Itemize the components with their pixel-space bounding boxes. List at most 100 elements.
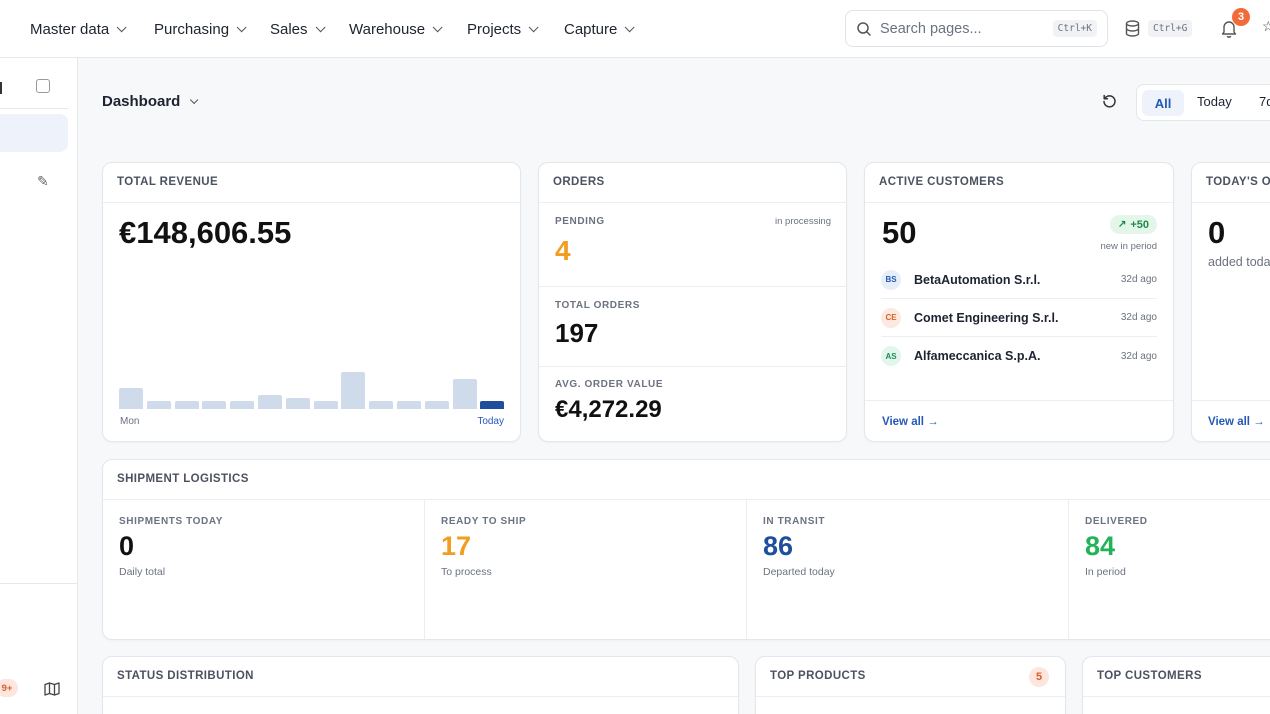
chevron-down-icon [315,21,326,32]
revenue-bar [369,401,394,409]
card-title: ACTIVE CUSTOMERS [865,163,1173,203]
nav-capture[interactable]: Capture [564,0,635,58]
cell-value: 86 [763,531,794,561]
card-title: SHIPMENT LOGISTICS [103,460,1270,500]
chevron-down-icon [116,21,127,32]
cell-value: 84 [1085,531,1116,561]
nav-sales[interactable]: Sales [270,0,326,58]
revenue-bar [146,401,171,409]
database-shortcut: Ctrl+G [1148,20,1193,37]
customer-name: Alfameccanica S.p.A. [914,349,1041,363]
customer-row[interactable]: BS BetaAutomation S.r.l. 32d ago [881,261,1157,299]
nav-label: Sales [270,20,308,38]
collapse-sidebar-icon[interactable] [36,79,50,93]
top-products-card: TOP PRODUCTS 5 [755,656,1066,714]
pending-note: in processing [775,216,831,227]
revenue-value: €148,606.55 [119,215,292,250]
trend-note: new in period [1100,241,1157,252]
search-placeholder: Search pages... [880,20,982,37]
customer-age: 32d ago [1120,312,1157,323]
pending-label: PENDING [555,216,605,227]
avatar: CE [881,307,901,328]
revenue-bar [258,395,282,409]
total-orders-section: TOTAL ORDERS 197 [539,287,846,367]
status-distribution-card: STATUS DISTRIBUTION [102,656,739,714]
divider [865,400,1173,401]
sidebar-item-active[interactable] [0,114,68,152]
delivered-cell: DELIVERED 84 In period [1069,500,1270,639]
customer-age: 32d ago [1120,350,1157,362]
trend-value: +50 [1130,218,1149,231]
search-input[interactable]: Search pages... Ctrl+K [845,10,1108,47]
shipment-logistics-card: SHIPMENT LOGISTICS SHIPMENTS TODAY 0 Dai… [102,459,1270,640]
revenue-bar [119,388,143,409]
range-option-all[interactable]: All [1142,90,1184,116]
revenue-bar [452,379,477,409]
refresh-icon[interactable] [1102,94,1117,109]
cell-label: IN TRANSIT [763,516,826,527]
nav-master-data[interactable]: Master data [30,0,127,58]
card-title: ORDERS [539,163,846,203]
dashboard-selector[interactable]: Dashboard [102,93,199,110]
revenue-bar [230,401,255,409]
search-shortcut: Ctrl+K [1052,20,1097,37]
sidebar-logo-fragment [0,82,2,94]
customer-row[interactable]: AS Alfameccanica S.p.A. 32d ago [881,337,1157,375]
sidebar-count-badge: 9+ [0,679,18,697]
avatar: AS [881,346,901,366]
trend-badge: ↗ +50 [1109,215,1157,234]
cell-value: 17 [441,531,472,561]
view-all-orders-link[interactable]: View all → [1208,416,1265,428]
chevron-down-icon [625,21,635,32]
nav-label: Capture [564,20,618,38]
notification-badge: 3 [1232,8,1250,26]
nav-label: Purchasing [154,20,230,38]
revenue-bar [285,398,310,409]
sidebar: ✎ 9+ [0,58,78,714]
cell-sub: In period [1085,566,1126,578]
revenue-bar [424,401,449,409]
view-all-customers-link[interactable]: View all → [882,416,939,428]
customer-age: 32d ago [1120,274,1157,285]
revenue-sparkline [119,333,507,409]
nav-label: Master data [30,20,110,38]
cell-value: 0 [119,531,135,561]
active-customers-value: 50 [882,215,917,250]
cell-sub: Daily total [119,566,166,578]
chevron-down-icon [236,21,247,32]
card-title: STATUS DISTRIBUTION [103,657,738,697]
customer-name: Comet Engineering S.r.l. [914,310,1059,325]
divider [0,108,68,109]
chevron-down-icon [432,21,443,32]
ready-to-ship-cell: READY TO SHIP 17 To process [425,500,747,639]
total-orders-label: TOTAL ORDERS [555,300,640,311]
count-badge: 5 [1029,667,1049,687]
avatar: BS [881,269,901,290]
todays-orders-card: TODAY'S OR 0 added toda View all → [1191,162,1270,442]
orders-card: ORDERS PENDING in processing 4 TOTAL ORD… [538,162,847,442]
total-revenue-card: TOTAL REVENUE €148,606.55 Mon Today [102,162,521,442]
pencil-icon[interactable]: ✎ [37,173,49,190]
chevron-down-icon [190,95,199,104]
divider [0,583,78,584]
revenue-bar [480,401,505,409]
range-option-7d[interactable]: 7d [1259,94,1270,109]
range-option-today[interactable]: Today [1197,94,1232,109]
nav-projects[interactable]: Projects [467,0,539,58]
top-customers-card: TOP CUSTOMERS [1082,656,1270,714]
revenue-bar [313,401,338,409]
nav-purchasing[interactable]: Purchasing [154,0,247,58]
sparkline-end-label: Today [477,416,504,427]
todays-orders-value: 0 [1208,215,1226,250]
avg-order-label: AVG. ORDER VALUE [555,379,664,390]
customer-row[interactable]: CE Comet Engineering S.r.l. 32d ago [881,299,1157,337]
nav-warehouse[interactable]: Warehouse [349,0,443,58]
page-title: Dashboard [102,93,181,110]
database-icon[interactable] [1125,20,1140,37]
map-icon[interactable] [44,682,60,696]
star-icon[interactable]: ☆ [1262,18,1270,35]
cell-sub: Departed today [763,566,835,578]
card-title: TOTAL REVENUE [103,163,520,203]
nav-label: Warehouse [349,20,426,38]
revenue-bar [202,401,227,409]
